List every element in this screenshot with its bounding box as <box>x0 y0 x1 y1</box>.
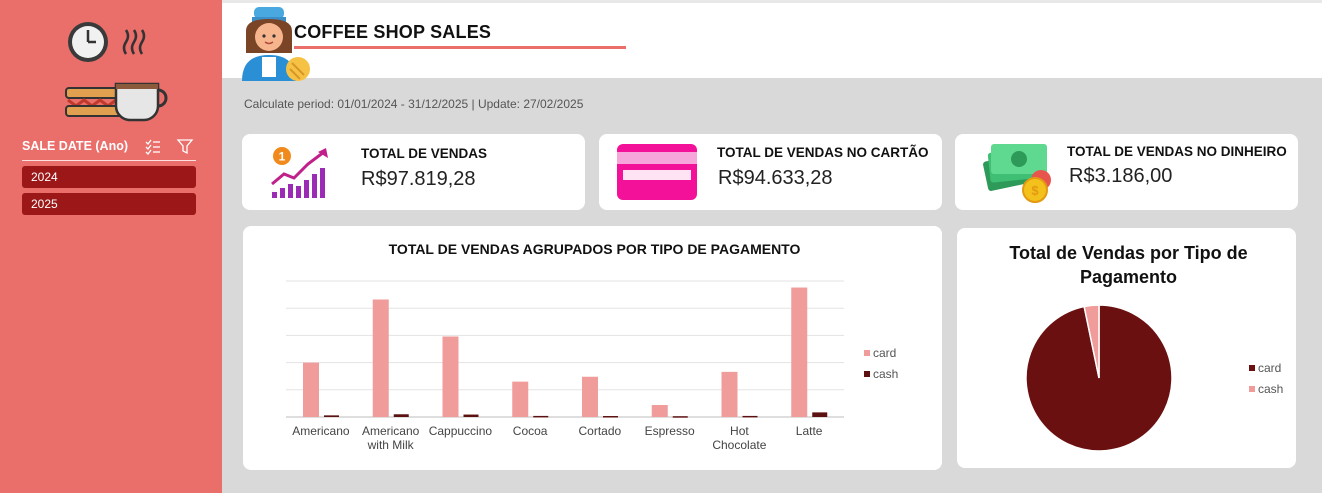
legend-label-cash: cash <box>1258 382 1284 396</box>
bar-card <box>372 299 389 417</box>
bar-cash <box>393 414 409 417</box>
page-title: COFFEE SHOP SALES <box>294 22 492 42</box>
slicer-item-2024[interactable]: 2024 <box>22 166 196 188</box>
kpi-value: R$94.633,28 <box>718 167 833 189</box>
svg-text:$: $ <box>1031 183 1039 198</box>
period-text: Calculate period: 01/01/2024 - 31/12/202… <box>244 97 584 111</box>
x-tick-label: Cappuccino <box>429 424 493 438</box>
kpi-label: TOTAL DE VENDAS NO CARTÃO <box>717 145 929 160</box>
kpi-value: R$97.819,28 <box>361 168 476 190</box>
year-slicer-header: SALE DATE (Ano) <box>22 139 196 161</box>
bar-card <box>651 405 668 417</box>
kpi-card-card-sales: TOTAL DE VENDAS NO CARTÃO R$94.633,28 <box>599 134 942 210</box>
multi-select-icon[interactable] <box>144 138 162 156</box>
x-tick-label: Cocoa <box>513 424 548 438</box>
clear-filter-icon[interactable] <box>176 138 194 156</box>
kpi-label: TOTAL DE VENDAS <box>361 146 488 161</box>
legend-swatch-cash <box>1249 386 1255 392</box>
barista-avatar <box>242 7 310 81</box>
bar-card <box>442 336 459 417</box>
bar-cash <box>672 416 688 418</box>
legend-item-card: card <box>864 346 896 360</box>
legend-swatch-card <box>864 350 870 356</box>
slicer-title: SALE DATE (Ano) <box>22 139 129 153</box>
header-bar: COFFEE SHOP SALES <box>222 0 1322 81</box>
bar-cash <box>324 415 339 417</box>
sidebar: SALE DATE (Ano) 2024 2025 <box>0 0 222 493</box>
bar-card <box>582 376 598 417</box>
legend-swatch-cash <box>864 371 870 377</box>
bar-cash <box>742 415 758 418</box>
kpi-card-cash-sales: $ TOTAL DE VENDAS NO DINHEIRO R$3.186,00 <box>955 134 1298 210</box>
x-tick-label: Latte <box>796 424 823 438</box>
bar-cash <box>812 412 828 417</box>
bar-cash <box>463 414 479 417</box>
title-underline <box>294 46 626 49</box>
slicer-item-2025[interactable]: 2025 <box>22 193 196 215</box>
bar-cash <box>533 415 549 418</box>
credit-card-icon <box>617 144 697 200</box>
bar-card <box>303 362 319 417</box>
kpi-value: R$3.186,00 <box>1069 165 1173 187</box>
x-tick-label: Cortado <box>579 424 622 438</box>
svg-text:1: 1 <box>279 150 286 164</box>
legend-label-card: card <box>873 346 897 360</box>
legend-item-cash: cash <box>1249 382 1283 396</box>
legend-item-card: card <box>1249 361 1281 375</box>
pie-chart <box>1025 304 1173 452</box>
bar-chart-card: TOTAL DE VENDAS AGRUPADOS POR TIPO DE PA… <box>243 226 942 470</box>
kpi-card-total-sales: 1 TOTAL DE VENDAS R$97.819,28 <box>242 134 585 210</box>
bar-card <box>791 287 808 417</box>
bar-chart: Americano Americano with Milk Cappuccino Coc… <box>286 280 844 452</box>
bar-card <box>721 371 738 417</box>
growth-chart-icon: 1 <box>271 147 328 198</box>
cash-money-icon: $ <box>983 144 1051 203</box>
legend-swatch-card <box>1249 365 1255 371</box>
x-tick-label: Hot Chocolate <box>712 424 766 452</box>
x-tick-label: Americano with Milk <box>362 424 420 452</box>
bar-cash <box>603 416 618 418</box>
legend-item-cash: cash <box>864 367 898 381</box>
kpi-label: TOTAL DE VENDAS NO DINHEIRO <box>1067 144 1287 159</box>
legend-label-cash: cash <box>873 367 899 381</box>
legend-label-card: card <box>1258 361 1282 375</box>
bar-card <box>512 381 529 417</box>
x-tick-label: Americano <box>292 424 350 438</box>
coffee-sandwich-logo <box>65 22 168 122</box>
pie-chart-card: Total de Vendas por Tipo de Pagamento ca… <box>957 228 1296 468</box>
x-tick-label: Espresso <box>645 424 695 438</box>
